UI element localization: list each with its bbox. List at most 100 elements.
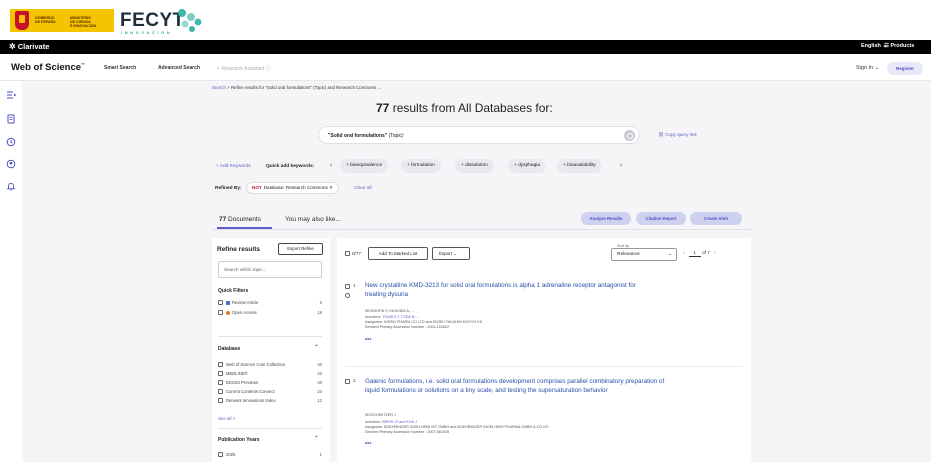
select-all-checkbox[interactable] xyxy=(345,251,350,256)
inventor-links[interactable]: BREHL R and KOH J xyxy=(382,420,417,424)
checkbox[interactable] xyxy=(218,398,223,403)
register-button[interactable]: Register xyxy=(887,62,923,75)
record-title-link[interactable]: Galenic formulations, i.e. solid oral fo… xyxy=(365,377,665,395)
facet-label: MEDLINE® xyxy=(226,371,248,376)
sort-by-value: Relevance xyxy=(617,252,640,257)
database-section-title: Database xyxy=(218,346,241,352)
facet-publication-year[interactable]: 2025 1 xyxy=(218,452,322,459)
logo-text: Web of Science xyxy=(11,62,82,74)
more-options-icon[interactable]: ••• xyxy=(365,337,371,343)
search-icon[interactable] xyxy=(624,130,635,141)
page-total: of 7 xyxy=(701,251,710,256)
record-assignee: Assignees: BOEHRINGER INGELHEIM INT GMBH… xyxy=(365,425,549,429)
more-options-icon[interactable]: ••• xyxy=(365,441,371,447)
facet-open-access[interactable]: Open Access 18 xyxy=(218,310,322,317)
facet-review-article[interactable]: Review Article 5 xyxy=(218,300,322,307)
add-to-marked-list-button[interactable]: Add To Marked List xyxy=(368,247,428,260)
fecyt-logo-subtitle: INNOVACIÓN xyxy=(121,30,173,35)
search-within-topic-input[interactable]: Search within topic... xyxy=(218,261,322,278)
next-page-icon[interactable]: › xyxy=(714,251,716,256)
quick-filters-title: Quick Filters xyxy=(218,288,249,294)
menu-collapse-icon[interactable] xyxy=(6,87,17,99)
facet-count: 12 xyxy=(317,398,322,403)
chevron-up-icon[interactable]: ⌃ xyxy=(314,344,319,351)
refine-filter-chip[interactable]: NOT Database: Research Commons ✕ xyxy=(246,182,339,194)
nav-research-assistant[interactable]: ✧ Research Assistant ⓘ xyxy=(216,65,271,72)
sign-in-menu[interactable]: Sign In ⌄ xyxy=(856,65,879,71)
analyze-results-button[interactable]: Analyze Results xyxy=(581,212,631,225)
clarivate-brand-text: Clarivate xyxy=(17,42,50,51)
info-icon: ⓘ xyxy=(264,66,271,72)
record-checkbox[interactable] xyxy=(345,284,350,289)
keyword-chip-bioavailability[interactable]: + bioavailability xyxy=(557,159,602,173)
sort-by-select[interactable]: Sort by Relevance ⌄ xyxy=(611,244,677,261)
page-number-input[interactable]: 1 xyxy=(688,251,701,257)
facet-count: 18 xyxy=(317,310,322,315)
quick-add-keywords-label: Quick add keywords: xyxy=(266,164,315,169)
chevron-up-icon[interactable]: ⌃ xyxy=(314,435,319,442)
nav-advanced-search[interactable]: Advanced Search xyxy=(158,65,200,71)
checkbox[interactable] xyxy=(218,310,223,315)
checkbox[interactable] xyxy=(218,380,223,385)
related-records-icon[interactable] xyxy=(345,293,350,298)
facet-database[interactable]: Current Contents Connect 24 xyxy=(218,389,322,396)
keyword-chip-dysphagia[interactable]: + dysphagia xyxy=(508,159,547,173)
profile-icon[interactable] xyxy=(6,156,16,169)
citation-report-button[interactable]: Citation Report xyxy=(636,212,686,225)
tabs-divider xyxy=(212,229,752,230)
assignee-text: BOEHRINGER INGELHEIM INT GMBH and BOEHRI… xyxy=(384,425,549,429)
chevron-left-icon[interactable]: ‹ xyxy=(330,162,332,169)
clear-all-link[interactable]: Clear all xyxy=(354,186,372,191)
see-all-link[interactable]: See all > xyxy=(218,416,235,421)
facet-database[interactable]: MEDLINE® 43 xyxy=(218,371,322,378)
products-label: Products xyxy=(890,43,915,49)
web-of-science-logo[interactable]: Web of Science™ xyxy=(11,62,85,73)
results-heading: 77 results from All Databases for: xyxy=(376,101,553,115)
copy-query-link[interactable]: ⛓ Copy query link xyxy=(658,132,697,138)
export-button[interactable]: Export ⌄ xyxy=(432,247,470,260)
nav-smart-search[interactable]: Smart Search xyxy=(104,65,136,71)
facet-database[interactable]: BIOSIS Previews 40 xyxy=(218,380,322,387)
previous-page-icon[interactable]: ‹ xyxy=(683,251,685,256)
facet-database[interactable]: Derwent Innovations Index 12 xyxy=(218,398,322,405)
query-display-box[interactable]: "Solid oral formulations" (Topic) xyxy=(318,126,640,144)
checkbox[interactable] xyxy=(218,362,223,367)
keyword-chip-bioequivalence[interactable]: + bioequivalence xyxy=(340,159,389,173)
inventor-links[interactable]: TSUBOI T; TODA N; ... xyxy=(382,315,419,319)
coat-of-arms-icon xyxy=(15,11,29,30)
facet-label: Open Access xyxy=(232,310,257,315)
facet-label: Derwent Innovations Index xyxy=(226,398,276,403)
create-alert-button[interactable]: Create Alert xyxy=(690,212,742,225)
marked-list-icon[interactable] xyxy=(6,111,16,124)
tab-documents-label: Documents xyxy=(226,216,261,223)
checkbox[interactable] xyxy=(218,389,223,394)
checkbox[interactable] xyxy=(218,452,223,457)
record-authors: MOSCHWITZER J xyxy=(365,413,396,417)
clarivate-logo[interactable]: ✲ Clarivate xyxy=(9,42,49,51)
record-divider xyxy=(345,366,743,367)
export-refine-button[interactable]: Export Refine xyxy=(278,243,323,255)
history-icon[interactable] xyxy=(6,134,16,147)
record-inventors: Inventors: TSUBOI T; TODA N; ... xyxy=(365,315,420,319)
assignee-text: KISSEI PHARM CO LTD and KISSEI YAKUHIN K… xyxy=(384,320,483,324)
add-keywords-button[interactable]: + Add Keywords xyxy=(216,164,251,169)
tab-you-may-also-like[interactable]: You may also like... xyxy=(285,216,341,223)
products-menu[interactable]: ☰ Products xyxy=(884,43,914,49)
chevron-down-icon: ⌄ xyxy=(667,251,672,257)
checkbox[interactable] xyxy=(218,300,223,305)
fecyt-molecule-icon xyxy=(178,9,202,32)
facet-database[interactable]: Web of Science Core Collection 40 xyxy=(218,362,322,369)
record-checkbox[interactable] xyxy=(345,379,350,384)
keyword-chip-dissolution[interactable]: + dissolution xyxy=(455,159,494,173)
record-number: 1 xyxy=(353,283,356,288)
keyword-chip-formulation[interactable]: + formulation xyxy=(401,159,441,173)
alerts-bell-icon[interactable] xyxy=(6,178,16,191)
breadcrumb-search-link[interactable]: Search xyxy=(212,85,226,90)
chevron-right-icon[interactable]: › xyxy=(620,162,622,169)
tab-documents[interactable]: 77 Documents xyxy=(219,216,261,223)
record-title-link[interactable]: New crystalline KMD-3213 for solid oral … xyxy=(365,281,645,299)
breadcrumb: Search > Refine results for "Solid oral … xyxy=(212,85,381,90)
checkbox[interactable] xyxy=(218,371,223,376)
record-accession: Derwent Primary Accession Number : 2007-… xyxy=(365,430,450,434)
pagination: ‹ 1 of 7 › xyxy=(683,251,716,257)
